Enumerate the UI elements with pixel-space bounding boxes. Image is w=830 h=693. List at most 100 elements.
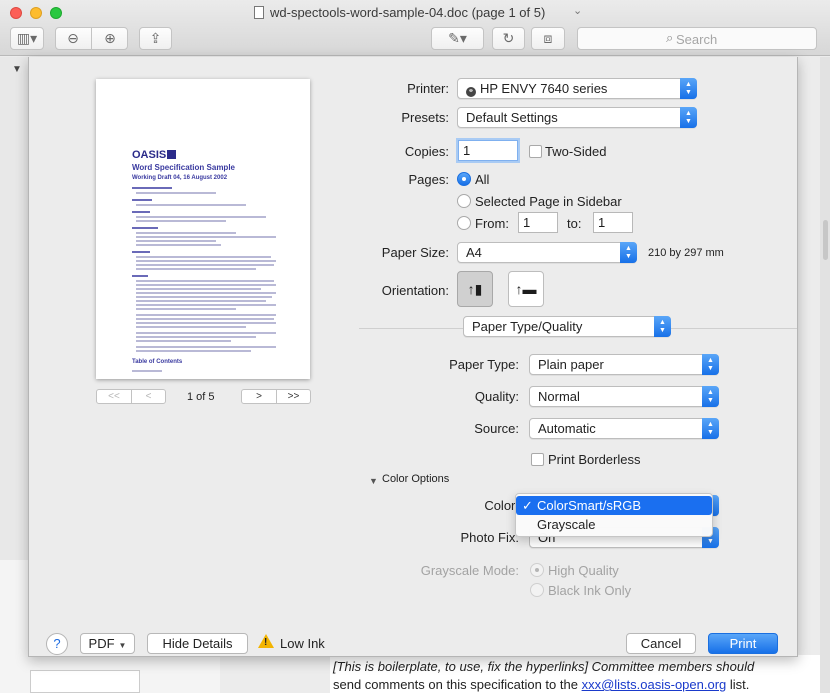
rotate-icon: ↻ bbox=[502, 30, 515, 46]
close-window-button[interactable] bbox=[10, 7, 22, 19]
preview-subtitle: Working Draft 04, 16 August 2002 bbox=[132, 175, 228, 181]
checkmark-icon: ✓ bbox=[522, 498, 533, 513]
pages-all-label: All bbox=[475, 172, 490, 187]
oasis-logo: OASIS bbox=[132, 149, 177, 161]
print-button[interactable]: Print bbox=[708, 633, 778, 654]
pages-selected-radio[interactable] bbox=[457, 194, 471, 208]
toolbox-icon: ⧈ bbox=[543, 30, 553, 46]
low-ink-label: Low Ink bbox=[280, 636, 325, 651]
chevron-down-icon[interactable]: ⌄ bbox=[573, 4, 582, 17]
updown-arrows-icon: ▲▼ bbox=[680, 107, 697, 128]
search-field[interactable]: ⌕ Search bbox=[577, 27, 817, 50]
photo-fix-label: Photo Fix: bbox=[460, 530, 519, 545]
document-text-line: send comments on this specification to t… bbox=[333, 677, 750, 692]
share-icon: ⇪ bbox=[149, 30, 162, 46]
toolbox-button[interactable]: ⧈ bbox=[531, 27, 565, 50]
source-label: Source: bbox=[474, 421, 519, 436]
landscape-icon: ↑▬ bbox=[515, 281, 537, 297]
orientation-label: Orientation: bbox=[381, 283, 449, 298]
color-menu-item-colorsmart[interactable]: ✓ ColorSmart/sRGB bbox=[516, 496, 712, 515]
zoom-in-icon: ⊕ bbox=[104, 30, 116, 46]
sidebar-page-thumbnail[interactable] bbox=[30, 670, 140, 693]
copies-input[interactable]: 1 bbox=[458, 140, 518, 161]
paper-type-popup[interactable]: Plain paper ▲ ▼ bbox=[529, 354, 719, 375]
pages-range-radio[interactable] bbox=[457, 216, 471, 230]
paper-size-label: Paper Size: bbox=[381, 245, 449, 260]
grayscale-high-quality-radio[interactable] bbox=[530, 563, 544, 577]
print-preview: OASIS Word Specification Sample Working … bbox=[96, 79, 310, 379]
updown-arrows-icon: ▲▼ bbox=[620, 242, 637, 263]
updown-arrows-icon: ▲▼ bbox=[654, 316, 671, 337]
quality-popup[interactable]: Normal ▲ ▼ bbox=[529, 386, 719, 407]
grayscale-high-quality-label: High Quality bbox=[548, 563, 619, 578]
quality-label: Quality: bbox=[474, 389, 519, 404]
pages-label: Pages: bbox=[408, 172, 449, 187]
pages-from-label: From: bbox=[475, 216, 509, 231]
paper-type-label: Paper Type: bbox=[449, 357, 519, 372]
zoom-window-button[interactable] bbox=[50, 7, 62, 19]
next-page-button[interactable]: > bbox=[242, 390, 276, 403]
preview-toc-heading: Table of Contents bbox=[132, 359, 183, 365]
color-options-label[interactable]: Color Options bbox=[382, 473, 449, 485]
landscape-orientation-button[interactable]: ↑▬ bbox=[508, 271, 544, 307]
preview-nav-forward: > >> bbox=[241, 389, 311, 404]
document-icon bbox=[254, 6, 264, 19]
email-link[interactable]: xxx@lists.oasis-open.org bbox=[582, 677, 727, 692]
title-bar: wd-spectools-word-sample-04.doc (page 1 … bbox=[0, 0, 830, 56]
updown-arrows-icon: ▲▼ bbox=[702, 354, 719, 375]
sidebar-toggle-button[interactable]: ▥▾ bbox=[10, 27, 44, 50]
printer-label: Printer: bbox=[407, 81, 449, 96]
minimize-window-button[interactable] bbox=[30, 7, 42, 19]
copies-label: Copies: bbox=[404, 144, 449, 159]
paper-size-popup[interactable]: A4 ▲ ▼ bbox=[457, 242, 637, 263]
section-popup[interactable]: Paper Type/Quality ▲ ▼ bbox=[463, 316, 671, 337]
markup-button[interactable]: ✎▾ bbox=[431, 27, 484, 50]
pdf-menu-button[interactable]: PDF ▼ bbox=[80, 633, 135, 654]
pages-to-input[interactable]: 1 bbox=[593, 212, 633, 233]
paper-size-dimensions: 210 by 297 mm bbox=[648, 247, 724, 259]
preview-nav-back: << < bbox=[96, 389, 166, 404]
search-placeholder: Search bbox=[676, 32, 718, 47]
cancel-button[interactable]: Cancel bbox=[626, 633, 696, 654]
print-dialog: OASIS Word Specification Sample Working … bbox=[28, 57, 798, 657]
first-page-button[interactable]: << bbox=[97, 390, 131, 403]
two-sided-checkbox[interactable] bbox=[529, 145, 542, 158]
zoom-out-icon: ⊖ bbox=[67, 30, 79, 46]
scrollbar[interactable] bbox=[820, 57, 830, 693]
share-button[interactable]: ⇪ bbox=[139, 27, 172, 50]
zoom-out-button[interactable]: ⊖ bbox=[56, 27, 90, 50]
document-text-line: [This is boilerplate, to use, fix the hy… bbox=[333, 659, 755, 674]
print-borderless-checkbox[interactable] bbox=[531, 453, 544, 466]
presets-label: Presets: bbox=[401, 110, 449, 125]
zoom-in-button[interactable]: ⊕ bbox=[93, 27, 127, 50]
presets-popup[interactable]: Default Settings ▲ ▼ bbox=[457, 107, 697, 128]
last-page-button[interactable]: >> bbox=[276, 390, 310, 403]
pen-icon: ✎▾ bbox=[448, 30, 467, 46]
color-label: Color: bbox=[484, 498, 519, 513]
disclosure-triangle-icon[interactable]: ▼ bbox=[369, 476, 378, 486]
portrait-icon: ↑▮ bbox=[467, 280, 483, 297]
pages-from-input[interactable]: 1 bbox=[518, 212, 558, 233]
updown-arrows-icon: ▲▼ bbox=[702, 418, 719, 439]
color-menu-item-grayscale[interactable]: Grayscale bbox=[516, 515, 712, 534]
help-button[interactable]: ? bbox=[46, 633, 68, 655]
updown-arrows-icon: ▲▼ bbox=[702, 386, 719, 407]
previous-page-button[interactable]: < bbox=[131, 390, 165, 403]
scrollbar-thumb[interactable] bbox=[823, 220, 828, 260]
pages-all-radio[interactable] bbox=[457, 172, 471, 186]
two-sided-label: Two-Sided bbox=[545, 144, 607, 159]
portrait-orientation-button[interactable]: ↑▮ bbox=[457, 271, 493, 307]
window-title: wd-spectools-word-sample-04.doc (page 1 … bbox=[270, 5, 546, 20]
disclosure-triangle-icon[interactable]: ▼ bbox=[12, 64, 22, 75]
color-menu: ✓ ColorSmart/sRGB Grayscale bbox=[515, 493, 713, 537]
chevron-down-icon: ▼ bbox=[118, 641, 127, 650]
search-icon: ⌕ bbox=[666, 30, 674, 45]
pages-selected-label: Selected Page in Sidebar bbox=[475, 194, 622, 209]
grayscale-black-ink-radio[interactable] bbox=[530, 583, 544, 597]
grayscale-mode-label: Grayscale Mode: bbox=[420, 563, 519, 578]
rotate-button[interactable]: ↻ bbox=[492, 27, 525, 50]
preview-title: Word Specification Sample bbox=[132, 163, 235, 172]
printer-popup[interactable]: ⚭ HP ENVY 7640 series ▲ ▼ bbox=[457, 78, 697, 99]
hide-details-button[interactable]: Hide Details bbox=[147, 633, 248, 654]
source-popup[interactable]: Automatic ▲ ▼ bbox=[529, 418, 719, 439]
